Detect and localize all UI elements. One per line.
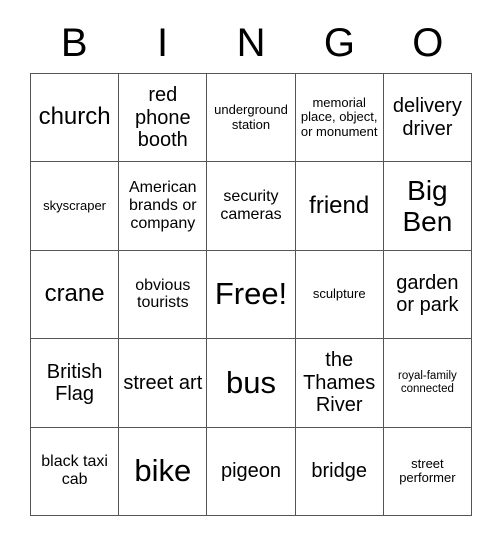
bingo-cell-r4c5[interactable]: royal-family connected	[383, 339, 472, 428]
bingo-cell-r1c1[interactable]: church	[31, 74, 120, 163]
bingo-cell-label: American brands or company	[128, 179, 197, 233]
bingo-header-letter-n: N	[236, 21, 266, 65]
bingo-cell-label: obvious tourists	[135, 276, 191, 312]
bingo-cell-r5c3[interactable]: pigeon	[207, 427, 296, 516]
bingo-cell-r5c5[interactable]: street performer	[383, 427, 472, 516]
bingo-cell-r4c3[interactable]: bus	[207, 339, 296, 428]
bingo-cell-r2c4[interactable]: friend	[295, 162, 384, 251]
bingo-cell-r2c1[interactable]: skyscraper	[31, 162, 120, 251]
bingo-cell-r4c1[interactable]: British Flag	[31, 339, 120, 428]
bingo-cell-r1c5[interactable]: delivery driver	[383, 74, 472, 163]
bingo-header-letter-o: O	[412, 21, 444, 65]
bingo-grid: church red phone booth underground station…	[30, 73, 472, 516]
bingo-cell-label: church	[38, 103, 111, 131]
bingo-cell-label: crane	[44, 280, 105, 308]
bingo-cell-r3c2[interactable]: obvious tourists	[119, 250, 208, 340]
bingo-cell-label: bike	[134, 452, 192, 488]
bingo-cell-r2c2[interactable]: American brands or company	[119, 162, 208, 251]
bingo-cell-r5c1[interactable]: black taxi cab	[31, 427, 120, 516]
bingo-cell-label: the Thames River	[303, 349, 376, 417]
bingo-cell-label: red phone booth	[134, 84, 191, 151]
bingo-cell-label: delivery driver	[392, 95, 462, 140]
bingo-cell-label: street art	[123, 371, 203, 394]
bingo-cell-r5c4[interactable]: bridge	[295, 427, 384, 516]
bingo-header: BINGO	[30, 14, 472, 72]
bingo-cell-label: garden or park	[396, 272, 459, 317]
bingo-cell-r2c3[interactable]: security cameras	[207, 162, 296, 251]
bingo-cell-r3c1[interactable]: crane	[31, 250, 120, 340]
bingo-cell-label: security cameras	[220, 188, 282, 224]
bingo-cell-r4c4[interactable]: the Thames River	[295, 339, 384, 428]
bingo-cell-r1c2[interactable]: red phone booth	[119, 74, 208, 163]
bingo-cell-r1c3[interactable]: underground station	[207, 74, 296, 163]
bingo-cell-r3c5[interactable]: garden or park	[383, 250, 472, 340]
bingo-header-letter-g: G	[323, 21, 355, 65]
bingo-cell-label: British Flag	[46, 360, 103, 405]
bingo-cell-label: friend	[309, 191, 370, 219]
bingo-cell-label: bridge	[311, 460, 367, 483]
bingo-cell-label: sculpture	[312, 286, 366, 302]
bingo-cell-r3c4[interactable]: sculpture	[295, 250, 384, 340]
bingo-cell-label: memorial place, object, or monument	[300, 94, 378, 139]
bingo-cell-r5c2[interactable]: bike	[119, 427, 208, 516]
bingo-header-letter-b: B	[60, 21, 88, 65]
bingo-cell-r3c3[interactable]: Free!	[207, 250, 296, 340]
bingo-cell-label: bus	[226, 364, 276, 400]
bingo-cell-r2c5[interactable]: Big Ben	[383, 162, 472, 251]
bingo-cell-r1c4[interactable]: memorial place, object, or monument	[295, 74, 384, 163]
bingo-cell-r4c2[interactable]: street art	[119, 339, 208, 428]
bingo-cell-label: street performer	[399, 455, 456, 486]
bingo-cell-label: skyscraper	[43, 197, 107, 213]
bingo-cell-label: pigeon	[220, 460, 282, 483]
bingo-cell-label: black taxi cab	[41, 453, 108, 489]
bingo-cell-label: underground station	[214, 102, 288, 132]
bingo-header-letter-i: I	[157, 21, 169, 65]
bingo-card: B I N G O church red phone booth underground s…	[0, 0, 500, 544]
bingo-cell-label: Big Ben	[402, 174, 453, 238]
bingo-cell-label: royal-family connected	[397, 370, 457, 395]
bingo-cell-label: Free!	[214, 276, 288, 312]
